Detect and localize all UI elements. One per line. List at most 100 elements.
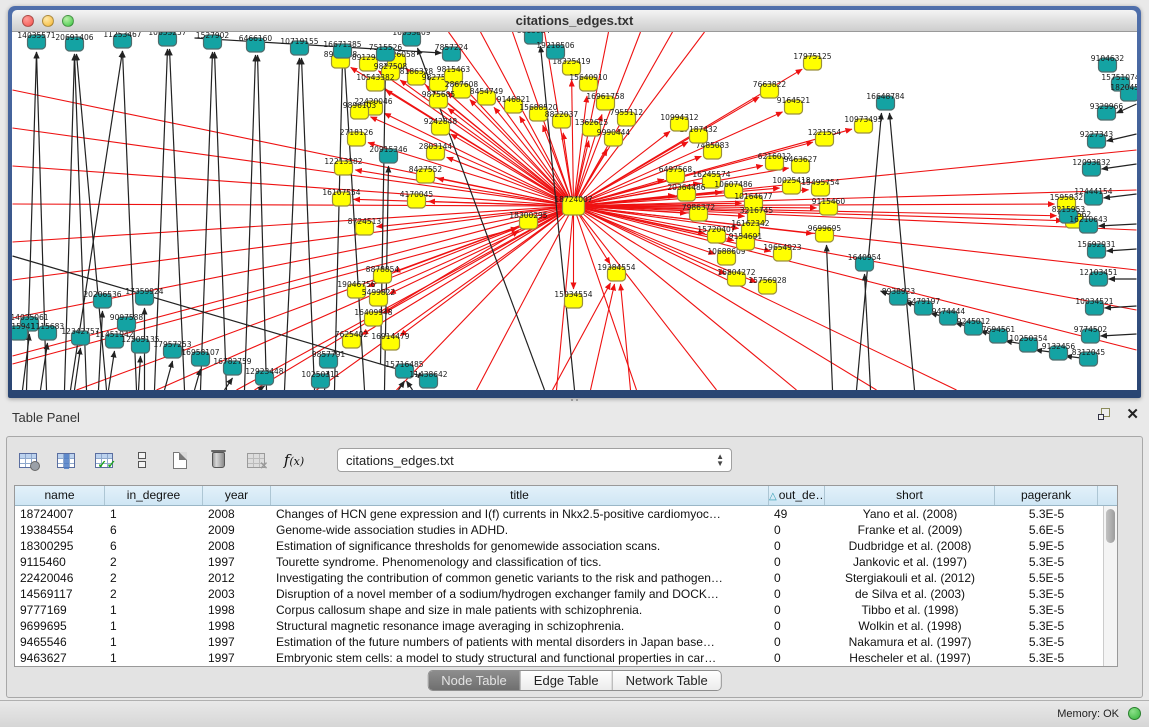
cell-title[interactable]: Disruption of a novel member of a sodium…: [271, 586, 769, 602]
black-edge[interactable]: [139, 356, 141, 390]
cell-title[interactable]: Genome-wide association studies in ADHD.: [271, 522, 769, 538]
black-edge[interactable]: [1105, 306, 1137, 308]
graph-node[interactable]: 11438642: [409, 370, 447, 388]
column-header-title[interactable]: title: [271, 486, 769, 505]
table-row[interactable]: 946554611997Estimation of the future num…: [15, 634, 1103, 650]
cell-out_de[interactable]: 0: [769, 650, 825, 666]
cell-out_de[interactable]: 0: [769, 538, 825, 554]
graph-node[interactable]: 9329966: [1090, 102, 1124, 120]
red-edge[interactable]: [572, 80, 574, 206]
unselect-columns-button[interactable]: [129, 448, 155, 472]
cell-in_degree[interactable]: 1: [105, 650, 203, 666]
graph-node[interactable]: 10973493: [844, 115, 882, 133]
cell-in_degree[interactable]: 1: [105, 634, 203, 650]
graph-node[interactable]: 15756928: [748, 276, 786, 294]
cell-name[interactable]: 22420046: [15, 570, 105, 586]
cell-short[interactable]: Hescheler et al. (1997): [825, 650, 995, 666]
black-edge[interactable]: [335, 61, 343, 390]
cell-short[interactable]: de Silva et al. (2003): [825, 586, 995, 602]
red-edge[interactable]: [621, 284, 631, 390]
red-edge[interactable]: [591, 284, 615, 390]
cell-out_de[interactable]: 0: [769, 554, 825, 570]
graph-node[interactable]: 11253467: [103, 32, 141, 48]
graph-node[interactable]: 20691406: [55, 33, 93, 51]
cell-name[interactable]: 9465546: [15, 634, 105, 650]
graph-node[interactable]: 8822037: [545, 110, 579, 128]
graph-node[interactable]: 8427552: [409, 165, 443, 183]
graph-node[interactable]: 16914479: [371, 332, 409, 350]
cell-year[interactable]: 1998: [203, 602, 271, 618]
cell-short[interactable]: Dudbridge et al. (2008): [825, 538, 995, 554]
table-row[interactable]: 1456911722003Disruption of a novel membe…: [15, 586, 1103, 602]
graph-node[interactable]: 10034521: [1075, 297, 1113, 315]
black-edge[interactable]: [1107, 249, 1137, 251]
cell-year[interactable]: 1997: [203, 634, 271, 650]
graph-node[interactable]: 15034554: [554, 290, 592, 308]
black-edge[interactable]: [109, 351, 115, 390]
black-edge[interactable]: [165, 361, 173, 390]
table-row[interactable]: 946362711997Embryonic stem cells: a mode…: [15, 650, 1103, 666]
cell-in_degree[interactable]: 1: [105, 506, 203, 522]
cell-title[interactable]: Investigating the contribution of common…: [271, 570, 769, 586]
graph-node[interactable]: 20206536: [83, 290, 121, 308]
cell-short[interactable]: Nakamura et al. (1997): [825, 634, 995, 650]
scrollbar-thumb[interactable]: [1106, 509, 1115, 543]
black-edge[interactable]: [1099, 224, 1137, 226]
cell-name[interactable]: 9115460: [15, 554, 105, 570]
select-all-columns-button[interactable]: ✓✓: [91, 448, 117, 472]
graph-node[interactable]: 16648784: [866, 92, 904, 110]
cell-name[interactable]: 14569117: [15, 586, 105, 602]
graph-node[interactable]: 9115460: [812, 197, 846, 215]
graph-node[interactable]: 12093832: [1072, 158, 1110, 176]
cell-short[interactable]: Jankovic et al. (1997): [825, 554, 995, 570]
graph-node[interactable]: 9857791: [312, 350, 346, 368]
delete-table-button[interactable]: ✕: [243, 448, 269, 472]
table-scrollbar[interactable]: [1103, 506, 1117, 666]
new-column-button[interactable]: [167, 448, 193, 472]
column-header-in_degree[interactable]: in_degree: [105, 486, 203, 505]
black-edge[interactable]: [23, 334, 30, 390]
black-edge[interactable]: [1101, 334, 1137, 336]
window-titlebar[interactable]: citations_edges.txt: [12, 10, 1137, 32]
graph-node[interactable]: 10543382: [356, 73, 394, 91]
graph-node[interactable]: 10653257: [148, 32, 186, 46]
cell-year[interactable]: 2008: [203, 538, 271, 554]
graph-node[interactable]: 1527902: [196, 32, 230, 49]
cell-short[interactable]: Wolkin et al. (1998): [825, 618, 995, 634]
cell-year[interactable]: 1997: [203, 554, 271, 570]
red-edge[interactable]: [574, 206, 797, 390]
cell-in_degree[interactable]: 2: [105, 586, 203, 602]
network-graph[interactable]: 8960128891295418226058982750810543382818…: [12, 32, 1137, 390]
black-edge[interactable]: [258, 55, 267, 390]
column-header-year[interactable]: year: [203, 486, 271, 505]
tab-edge-table[interactable]: Edge Table: [521, 671, 613, 690]
cell-title[interactable]: Changes of HCN gene expression and I(f) …: [271, 506, 769, 522]
cell-name[interactable]: 18300295: [15, 538, 105, 554]
table-row[interactable]: 911546021997Tourette syndrome. Phenomeno…: [15, 554, 1103, 570]
cell-title[interactable]: Estimation of the future numbers of pati…: [271, 634, 769, 650]
table-dropdown[interactable]: citations_edges.txt ▲▼: [337, 448, 732, 472]
cell-title[interactable]: Corpus callosum shape and size in male p…: [271, 602, 769, 618]
black-edge[interactable]: [170, 49, 185, 390]
black-edge[interactable]: [245, 55, 256, 390]
black-edge[interactable]: [302, 58, 315, 390]
cell-title[interactable]: Embryonic stem cells: a model to study s…: [271, 650, 769, 666]
cell-out_de[interactable]: 0: [769, 634, 825, 650]
cell-pagerank[interactable]: 5.3E-5: [995, 618, 1098, 634]
cell-name[interactable]: 18724007: [15, 506, 105, 522]
black-edge[interactable]: [201, 52, 213, 390]
cell-in_degree[interactable]: 2: [105, 554, 203, 570]
cell-pagerank[interactable]: 5.9E-5: [995, 538, 1098, 554]
cell-in_degree[interactable]: 6: [105, 538, 203, 554]
graph-node[interactable]: 2718126: [340, 128, 374, 146]
cell-name[interactable]: 9463627: [15, 650, 105, 666]
black-edge[interactable]: [215, 52, 227, 390]
cell-out_de[interactable]: 0: [769, 522, 825, 538]
graph-node[interactable]: 19654923: [763, 243, 801, 261]
float-panel-icon[interactable]: [1098, 408, 1112, 422]
cell-out_de[interactable]: 49: [769, 506, 825, 522]
cell-pagerank[interactable]: 5.3E-5: [995, 506, 1098, 522]
graph-node[interactable]: 9104632: [1091, 54, 1125, 72]
graph-node[interactable]: 10719155: [280, 37, 318, 55]
table-row[interactable]: 2242004622012Investigating the contribut…: [15, 570, 1103, 586]
